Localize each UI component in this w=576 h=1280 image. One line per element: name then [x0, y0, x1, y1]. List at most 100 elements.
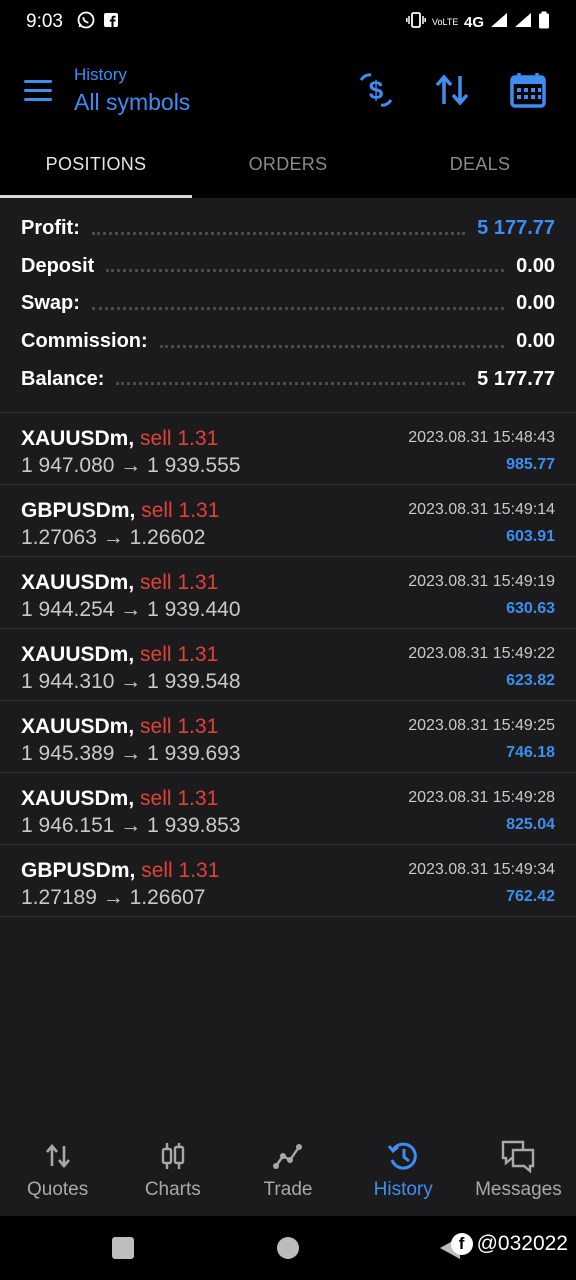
position-prices: 1.27063 → 1.26602	[21, 525, 206, 549]
nav-charts[interactable]: Charts	[115, 1124, 230, 1216]
summary-value: 0.00	[516, 330, 555, 353]
position-row[interactable]: GBPUSDm, sell 1.31 1.27189 → 1.26607 202…	[0, 845, 576, 917]
position-prices: 1 944.310 → 1 939.548	[21, 669, 241, 693]
summary-label: Commission:	[21, 330, 148, 353]
summary-label: Swap:	[21, 292, 80, 315]
position-side: sell 1.31	[140, 714, 219, 738]
summary-commission-row: Commission: 0.00	[21, 323, 555, 361]
summary-balance-row: Balance: 5 177.77	[21, 360, 555, 398]
charts-icon	[159, 1139, 187, 1173]
position-time: 2023.08.31 15:49:28	[408, 788, 555, 806]
position-row[interactable]: XAUUSDm, sell 1.31 1 946.151 → 1 939.853…	[0, 773, 576, 845]
signal-icon-2	[514, 12, 532, 33]
summary-value: 0.00	[516, 254, 555, 277]
summary-swap-row: Swap: 0.00	[21, 285, 555, 323]
position-profit: 746.18	[506, 743, 555, 761]
nav-label: Quotes	[26, 1179, 89, 1200]
home-button[interactable]	[277, 1237, 299, 1259]
dotted-leader	[91, 298, 505, 310]
menu-button[interactable]	[24, 73, 58, 107]
dotted-leader	[116, 373, 466, 386]
tab-positions[interactable]: POSITIONS	[0, 136, 192, 198]
position-profit: 623.82	[506, 671, 555, 689]
position-symbol: GBPUSDm,	[21, 498, 136, 522]
nav-label: History	[373, 1179, 433, 1200]
dotted-leader	[106, 260, 505, 273]
position-profit: 603.91	[506, 527, 555, 545]
position-side: sell 1.31	[140, 426, 219, 450]
nav-history[interactable]: History	[346, 1124, 461, 1216]
nav-label: Charts	[144, 1179, 201, 1200]
status-bar: 9:03 VoLTE 4G	[0, 0, 576, 44]
position-symbol: XAUUSDm,	[21, 642, 135, 666]
position-side: sell 1.31	[140, 642, 219, 666]
position-row[interactable]: GBPUSDm, sell 1.31 1.27063 → 1.26602 202…	[0, 485, 576, 557]
position-symbol: GBPUSDm,	[21, 858, 136, 882]
bottom-navigation: Quotes Charts Trade History Messages	[0, 1124, 576, 1216]
position-profit: 985.77	[506, 455, 555, 473]
summary-panel: Profit: 5 177.77 Deposit 0.00 Swap: 0.00…	[0, 198, 576, 413]
summary-value: 5 177.77	[477, 367, 555, 390]
summary-value: 0.00	[516, 292, 555, 315]
sort-icon[interactable]	[428, 66, 476, 114]
history-tabs: POSITIONS ORDERS DEALS	[0, 136, 576, 198]
position-time: 2023.08.31 15:49:14	[408, 500, 555, 518]
tab-deals[interactable]: DEALS	[384, 136, 576, 198]
position-prices: 1.27189 → 1.26607	[21, 885, 206, 909]
whatsapp-icon	[77, 11, 95, 34]
nav-trade[interactable]: Trade	[230, 1124, 345, 1216]
position-side: sell 1.31	[140, 786, 219, 810]
calendar-icon[interactable]	[504, 66, 552, 114]
history-content: Profit: 5 177.77 Deposit 0.00 Swap: 0.00…	[0, 198, 576, 1124]
deposit-withdraw-icon[interactable]: $	[352, 66, 400, 114]
summary-profit-row: Profit: 5 177.77	[21, 210, 555, 248]
facebook-icon	[103, 12, 119, 33]
position-time: 2023.08.31 15:49:22	[408, 644, 555, 662]
position-profit: 630.63	[506, 599, 555, 617]
position-row[interactable]: XAUUSDm, sell 1.31 1 944.254 → 1 939.440…	[0, 557, 576, 629]
app-header: History All symbols $	[0, 44, 576, 136]
network-type: 4G	[463, 13, 484, 31]
position-profit: 762.42	[506, 887, 555, 905]
position-time: 2023.08.31 15:49:19	[408, 572, 555, 590]
position-profit: 825.04	[506, 815, 555, 833]
position-row[interactable]: XAUUSDm, sell 1.31 1 947.080 → 1 939.555…	[0, 413, 576, 485]
position-symbol: XAUUSDm,	[21, 714, 135, 738]
summary-label: Deposit	[21, 254, 95, 277]
position-row[interactable]: XAUUSDm, sell 1.31 1 944.310 → 1 939.548…	[0, 629, 576, 701]
nav-label: Messages	[475, 1179, 562, 1200]
battery-icon	[538, 11, 550, 34]
summary-label: Profit:	[21, 217, 80, 240]
svg-text:$: $	[369, 75, 384, 105]
nav-label: Trade	[263, 1179, 313, 1200]
signal-icon	[490, 12, 508, 33]
watermark-text: @032022	[476, 1232, 568, 1255]
header-subtitle: History	[74, 64, 127, 84]
symbol-filter[interactable]: All symbols	[74, 89, 190, 116]
history-icon	[387, 1139, 419, 1173]
trade-icon	[272, 1139, 304, 1173]
dotted-leader	[159, 336, 505, 348]
tab-orders[interactable]: ORDERS	[192, 136, 384, 198]
quotes-icon	[44, 1139, 72, 1173]
position-prices: 1 944.254 → 1 939.440	[21, 597, 241, 621]
summary-value: 5 177.77	[477, 217, 555, 240]
position-prices: 1 946.151 → 1 939.853	[21, 813, 241, 837]
recents-button[interactable]	[112, 1237, 134, 1259]
volte-icon: VoLTE	[431, 16, 459, 27]
nav-quotes[interactable]: Quotes	[0, 1124, 115, 1216]
position-symbol: XAUUSDm,	[21, 786, 135, 810]
nav-messages[interactable]: Messages	[461, 1124, 576, 1216]
summary-label: Balance:	[21, 367, 105, 390]
position-side: sell 1.31	[140, 570, 219, 594]
position-side: sell 1.31	[141, 858, 220, 882]
position-time: 2023.08.31 15:49:34	[408, 860, 555, 878]
position-symbol: XAUUSDm,	[21, 426, 135, 450]
position-symbol: XAUUSDm,	[21, 570, 135, 594]
position-time: 2023.08.31 15:49:25	[408, 716, 555, 734]
watermark: f @032022	[450, 1232, 568, 1256]
position-side: sell 1.31	[141, 498, 220, 522]
position-time: 2023.08.31 15:48:43	[408, 428, 555, 446]
system-navigation-bar: f @032022	[0, 1216, 576, 1280]
position-row[interactable]: XAUUSDm, sell 1.31 1 945.389 → 1 939.693…	[0, 701, 576, 773]
